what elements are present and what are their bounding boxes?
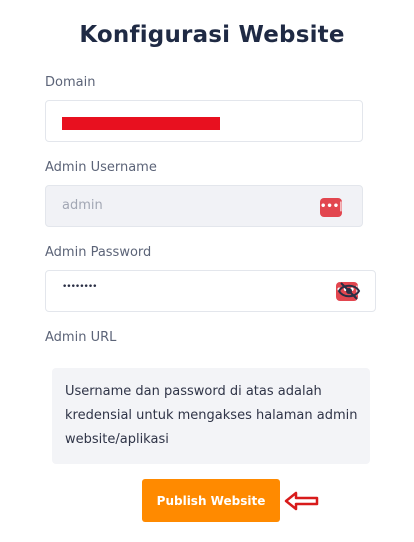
credentials-note: Username dan password di atas adalah kre… [52, 368, 370, 464]
admin-username-field[interactable]: admin •••| [45, 185, 363, 227]
eye-slash-icon[interactable] [337, 281, 361, 301]
domain-field[interactable] [45, 100, 363, 142]
publish-website-button[interactable]: Publish Website [142, 479, 280, 522]
admin-password-field[interactable]: •••••••• •••| [45, 270, 376, 312]
red-arrow-left-icon [284, 491, 319, 511]
admin-password-value: •••••••• [62, 282, 97, 292]
domain-label: Domain [45, 75, 96, 90]
admin-username-value: admin [62, 198, 103, 213]
password-manager-icon[interactable]: •••| [320, 198, 343, 217]
admin-url-label: Admin URL [45, 330, 117, 345]
admin-username-label: Admin Username [45, 160, 157, 175]
redacted-domain-value [62, 117, 220, 130]
page-title: Konfigurasi Website [79, 22, 345, 48]
admin-password-label: Admin Password [45, 245, 152, 260]
